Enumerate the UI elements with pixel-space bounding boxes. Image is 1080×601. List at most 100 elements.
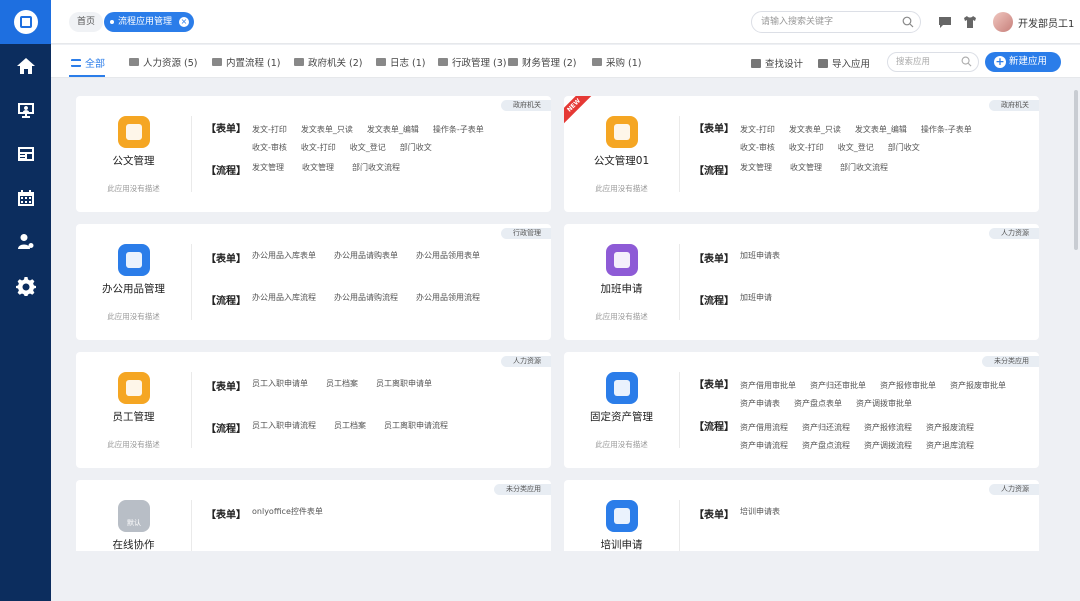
form-link[interactable]: 员工入职申请单 (252, 379, 308, 389)
app-summary[interactable]: 员工管理 此应用没有描述 (76, 352, 191, 468)
form-link[interactable]: 发文-打印 (252, 121, 287, 139)
flow-link[interactable]: 资产报修流程 (864, 419, 912, 437)
avatar[interactable] (993, 12, 1013, 32)
sidebar-item-user-settings[interactable] (0, 220, 51, 264)
form-link[interactable]: 收文_登记 (350, 139, 386, 157)
flow-link[interactable]: 发文管理 (252, 163, 284, 173)
flow-section-label: 【流程】 (694, 422, 734, 433)
new-app-button[interactable]: + 新建应用 (985, 52, 1061, 72)
form-link[interactable]: 发文-打印 (740, 121, 775, 139)
form-link[interactable]: 办公用品请购表单 (334, 251, 398, 261)
flow-link[interactable]: 资产归还流程 (802, 419, 850, 437)
form-link[interactable]: 发文表单_编辑 (367, 121, 419, 139)
flow-link[interactable]: 员工离职申请流程 (384, 421, 448, 431)
app-summary[interactable]: 加班申请 此应用没有描述 (564, 224, 679, 340)
form-link[interactable]: 操作条-子表单 (433, 121, 484, 139)
form-link[interactable]: 收文-审核 (252, 139, 287, 157)
tab-administration[interactable]: 行政管理 (3) (438, 55, 506, 69)
flow-link[interactable]: 员工档案 (334, 421, 366, 431)
form-link[interactable]: 资产报修审批单 (880, 377, 936, 395)
app-card[interactable]: 人力资源 员工管理 此应用没有描述 【表单】 员工入职申请单 员工档案 员工离职申请… (76, 352, 551, 468)
flow-link[interactable]: 员工入职申请流程 (252, 421, 316, 431)
sidebar-item-desktop[interactable] (0, 88, 51, 132)
app-card[interactable]: 未分类应用 默认 在线协作 【表单】 onlyoffice控件表单 (76, 480, 551, 551)
flow-link[interactable]: 办公用品领用流程 (416, 293, 480, 303)
form-link[interactable]: onlyoffice控件表单 (252, 507, 323, 517)
shirt-icon[interactable] (963, 15, 977, 29)
scrollbar[interactable] (1074, 90, 1078, 250)
app-summary[interactable]: 默认 在线协作 (76, 480, 191, 551)
tab-hr[interactable]: 人力资源 (5) (129, 55, 197, 69)
flow-link[interactable]: 办公用品入库流程 (252, 293, 316, 303)
form-link[interactable]: 发文表单_只读 (301, 121, 353, 139)
flow-link[interactable]: 收文管理 (302, 163, 334, 173)
form-link[interactable]: 资产归还审批单 (810, 377, 866, 395)
sidebar-item-news[interactable] (0, 132, 51, 176)
app-card[interactable]: 人力资源 加班申请 此应用没有描述 【表单】 加班申请表 【流程】 加班申请 (564, 224, 1039, 340)
form-link[interactable]: 加班申请表 (740, 251, 780, 261)
sidebar-item-settings[interactable] (0, 264, 51, 308)
find-design-button[interactable]: 查找设计 (751, 56, 803, 70)
app-card[interactable]: 行政管理 办公用品管理 此应用没有描述 【表单】 办公用品入库表单 办公用品请购表… (76, 224, 551, 340)
flow-link[interactable]: 加班申请 (740, 293, 772, 303)
form-link[interactable]: 资产报废审批单 (950, 377, 1006, 395)
app-summary[interactable]: 公文管理01 此应用没有描述 (564, 96, 679, 212)
form-link[interactable]: 资产盘点表单 (794, 395, 842, 413)
form-link[interactable]: 收文-打印 (301, 139, 336, 157)
app-card[interactable]: 未分类应用 固定资产管理 此应用没有描述 【表单】 资产借用审批单 资产归还审批单… (564, 352, 1039, 468)
flow-link[interactable]: 发文管理 (740, 163, 772, 173)
form-link[interactable]: 资产申请表 (740, 395, 780, 413)
app-card[interactable]: 政府机关 NEW 公文管理01 此应用没有描述 【表单】 发文-打印 发文表单_只读… (564, 96, 1039, 212)
message-icon[interactable] (938, 15, 952, 29)
form-link[interactable]: 收文-审核 (740, 139, 775, 157)
flow-link[interactable]: 资产盘点流程 (802, 437, 850, 455)
sidebar-item-calendar[interactable] (0, 176, 51, 220)
global-search-input[interactable]: 请输入搜索关键字 (751, 11, 921, 33)
close-icon[interactable]: × (179, 17, 190, 27)
username[interactable]: 开发部员工1 (1018, 15, 1074, 30)
flow-link[interactable]: 资产申请流程 (740, 437, 788, 455)
flow-link[interactable]: 部门收文流程 (352, 163, 400, 173)
sidebar-item-home[interactable] (0, 44, 51, 88)
tab-finance[interactable]: 财务管理 (2) (508, 55, 576, 69)
app-summary[interactable]: 公文管理 此应用没有描述 (76, 96, 191, 212)
flow-link[interactable]: 办公用品请购流程 (334, 293, 398, 303)
app-summary[interactable]: 培训申请 (564, 480, 679, 551)
app-summary[interactable]: 办公用品管理 此应用没有描述 (76, 224, 191, 340)
tab-label: 流程应用管理 (118, 17, 173, 27)
form-link[interactable]: 培训申请表 (740, 507, 780, 517)
app-card[interactable]: 政府机关 公文管理 此应用没有描述 【表单】 发文-打印 发文表单_只读 发文表单_… (76, 96, 551, 212)
breadcrumb-home[interactable]: 首页 (69, 12, 104, 32)
form-link[interactable]: 发文表单_只读 (789, 121, 841, 139)
form-link[interactable]: 部门收文 (400, 139, 432, 157)
tab-process-app-management[interactable]: 流程应用管理 × (104, 12, 195, 32)
tab-all[interactable]: 全部 (71, 55, 105, 70)
flow-link[interactable]: 资产报废流程 (926, 419, 974, 437)
import-app-button[interactable]: 导入应用 (818, 56, 870, 70)
tab-procurement[interactable]: 采购 (1) (592, 55, 641, 69)
tab-builtin-process[interactable]: 内置流程 (1) (212, 55, 280, 69)
app-summary[interactable]: 固定资产管理 此应用没有描述 (564, 352, 679, 468)
form-link[interactable]: 资产调拨审批单 (856, 395, 912, 413)
tab-government[interactable]: 政府机关 (2) (294, 55, 362, 69)
form-link[interactable]: 发文表单_编辑 (855, 121, 907, 139)
tab-log[interactable]: 日志 (1) (376, 55, 425, 69)
form-link[interactable]: 员工档案 (326, 379, 358, 389)
form-link[interactable]: 员工离职申请单 (376, 379, 432, 389)
flow-link[interactable]: 部门收文流程 (840, 163, 888, 173)
form-link[interactable]: 办公用品入库表单 (252, 251, 316, 261)
flow-link[interactable]: 资产调拨流程 (864, 437, 912, 455)
app-search-input[interactable]: 搜索应用 (887, 52, 979, 72)
app-card[interactable]: 人力资源 培训申请 【表单】 培训申请表 (564, 480, 1039, 551)
flow-link[interactable]: 资产借用流程 (740, 419, 788, 437)
flow-link[interactable]: 资产退库流程 (926, 437, 974, 455)
flow-link[interactable]: 收文管理 (790, 163, 822, 173)
form-link[interactable]: 收文_登记 (838, 139, 874, 157)
form-link[interactable]: 部门收文 (888, 139, 920, 157)
form-link[interactable]: 操作条-子表单 (921, 121, 972, 139)
form-link[interactable]: 办公用品领用表单 (416, 251, 480, 261)
form-link[interactable]: 收文-打印 (789, 139, 824, 157)
app-name: 公文管理 (112, 155, 155, 167)
form-link[interactable]: 资产借用审批单 (740, 377, 796, 395)
app-logo[interactable] (0, 0, 51, 44)
